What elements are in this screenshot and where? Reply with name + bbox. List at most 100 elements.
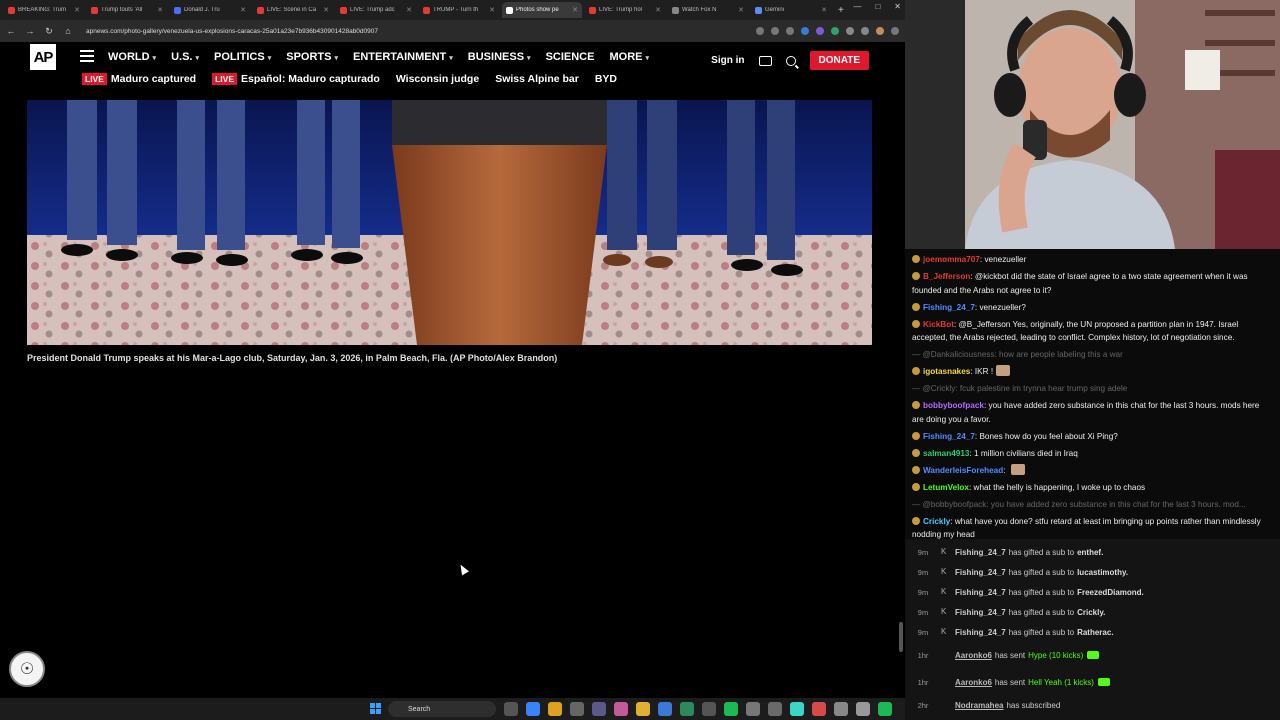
chat-username[interactable]: KickBot	[923, 320, 954, 329]
trending-link[interactable]: LIVE Maduro captured	[82, 73, 196, 85]
task-view-icon[interactable]	[504, 702, 518, 716]
extension-icon[interactable]	[801, 27, 809, 35]
tab-close-icon[interactable]: ✕	[323, 6, 329, 14]
back-icon[interactable]: ←	[6, 26, 16, 36]
browser-tab[interactable]: LIVE: Trump hol ✕	[585, 2, 665, 18]
nav-item-us[interactable]: U.S. ▾	[171, 51, 199, 63]
event-username[interactable]: Fishing_24_7	[955, 588, 1006, 597]
app-icon[interactable]	[878, 702, 892, 716]
app-icon[interactable]	[856, 702, 870, 716]
chat-username[interactable]: Fishing_24_7	[923, 432, 975, 441]
browser-tab[interactable]: LIVE: Scene in Ca ✕	[253, 2, 333, 18]
event-username[interactable]: Fishing_24_7	[955, 628, 1006, 637]
chrome-icon[interactable]	[548, 702, 562, 716]
event-username[interactable]: Aaronko6	[955, 678, 992, 687]
share-icon[interactable]	[771, 27, 779, 35]
app-icon[interactable]	[702, 702, 716, 716]
trending-link[interactable]: BYD	[595, 73, 617, 85]
copilot-icon[interactable]	[526, 702, 540, 716]
browser-tab[interactable]: Watch Fox N ✕	[668, 2, 748, 18]
url-field[interactable]: apnews.com/photo-gallery/venezuela-us-ex…	[86, 28, 747, 35]
nav-item-politics[interactable]: POLITICS ▾	[214, 51, 271, 63]
app-icon[interactable]	[834, 702, 848, 716]
browser-tab[interactable]: Trump touts 'All ✕	[87, 2, 167, 18]
app-icon[interactable]	[724, 702, 738, 716]
maximize-icon[interactable]: □	[875, 2, 880, 11]
extension-icon[interactable]	[831, 27, 839, 35]
nav-item-business[interactable]: BUSINESS ▾	[468, 51, 531, 63]
scrollbar-thumb[interactable]	[899, 622, 903, 652]
nav-item-more[interactable]: MORE ▾	[609, 51, 649, 63]
app-icon[interactable]	[768, 702, 782, 716]
event-username[interactable]: Nodramahea	[955, 701, 1003, 710]
event-username[interactable]: Fishing_24_7	[955, 548, 1006, 557]
browser-tab[interactable]: Donald J. Tru ✕	[170, 2, 250, 18]
browser-tab[interactable]: TRUMP - Turn th ✕	[419, 2, 499, 18]
nav-item-world[interactable]: WORLD ▾	[108, 51, 156, 63]
tab-close-icon[interactable]: ✕	[406, 6, 412, 14]
extension-icon[interactable]	[816, 27, 824, 35]
chat-username[interactable]: WanderleisForehead	[923, 466, 1003, 475]
tab-close-icon[interactable]: ✕	[489, 6, 495, 14]
bookmark-star-icon[interactable]	[786, 27, 794, 35]
chat-username[interactable]: B_Jefferson	[923, 272, 970, 281]
chat-bubble-icon[interactable]	[758, 55, 772, 66]
close-window-icon[interactable]: ✕	[894, 2, 901, 11]
accessibility-icon[interactable]: ☉	[9, 651, 45, 687]
nav-item-science[interactable]: SCIENCE	[546, 51, 595, 63]
extension-icon[interactable]	[846, 27, 854, 35]
browser-tab[interactable]: LIVE: Trump adc ✕	[336, 2, 416, 18]
donate-button[interactable]: DONATE	[809, 51, 869, 70]
terminal-icon[interactable]	[614, 702, 628, 716]
chat-username[interactable]: Fishing_24_7	[923, 303, 975, 312]
tab-close-icon[interactable]: ✕	[157, 6, 163, 14]
search-icon[interactable]	[785, 55, 796, 66]
app-icon[interactable]	[658, 702, 672, 716]
app-icon[interactable]	[680, 702, 694, 716]
event-target-user[interactable]: enthef.	[1077, 548, 1103, 557]
event-username[interactable]: Aaronko6	[955, 651, 992, 660]
browser-tab[interactable]: Photos show pe ✕	[502, 2, 582, 18]
event-target-user[interactable]: Ratherac.	[1077, 628, 1113, 637]
tab-close-icon[interactable]: ✕	[572, 6, 578, 14]
new-tab-icon[interactable]: +	[838, 5, 844, 16]
reload-icon[interactable]: ↻	[44, 26, 54, 37]
tab-close-icon[interactable]: ✕	[74, 6, 80, 14]
event-username[interactable]: Fishing_24_7	[955, 608, 1006, 617]
app-icon[interactable]	[790, 702, 804, 716]
tab-close-icon[interactable]: ✕	[821, 6, 827, 14]
chat-username[interactable]: salman4913	[923, 449, 969, 458]
extension-icon[interactable]	[861, 27, 869, 35]
browser-tab[interactable]: Gemini ✕	[751, 2, 831, 18]
hamburger-menu-icon[interactable]	[80, 50, 94, 65]
windows-start-icon[interactable]	[370, 703, 381, 714]
chat-username[interactable]: igotasnakes	[923, 367, 970, 376]
profile-avatar-icon[interactable]	[876, 27, 884, 35]
tab-close-icon[interactable]: ✕	[655, 6, 661, 14]
zoom-icon[interactable]	[756, 27, 764, 35]
tab-close-icon[interactable]: ✕	[240, 6, 246, 14]
chat-username[interactable]: LetumVelox	[923, 483, 969, 492]
menu-dots-icon[interactable]	[891, 27, 899, 35]
file-explorer-icon[interactable]	[636, 702, 650, 716]
trending-link[interactable]: Wisconsin judge	[396, 73, 479, 85]
app-icon[interactable]	[592, 702, 606, 716]
nav-item-sports[interactable]: SPORTS ▾	[286, 51, 338, 63]
event-target-user[interactable]: Crickly.	[1077, 608, 1105, 617]
event-username[interactable]: Fishing_24_7	[955, 568, 1006, 577]
ap-logo[interactable]: AP	[30, 44, 56, 70]
browser-tab[interactable]: BREAKING: Trum ✕	[4, 2, 84, 18]
browser-icon[interactable]	[570, 702, 584, 716]
chat-username[interactable]: bobbyboofpack	[923, 401, 984, 410]
event-target-user[interactable]: lucastimothy.	[1077, 568, 1128, 577]
trending-link[interactable]: LIVE Español: Maduro capturado	[212, 73, 380, 85]
tab-close-icon[interactable]: ✕	[738, 6, 744, 14]
app-icon[interactable]	[812, 702, 826, 716]
app-icon[interactable]	[746, 702, 760, 716]
taskbar-search[interactable]: Search	[388, 701, 496, 717]
trending-link[interactable]: Swiss Alpine bar	[495, 73, 579, 85]
chat-username[interactable]: Crickly	[923, 517, 950, 526]
forward-icon[interactable]: →	[25, 26, 35, 36]
event-target-user[interactable]: FreezedDiamond.	[1077, 588, 1144, 597]
nav-item-entertainment[interactable]: ENTERTAINMENT ▾	[353, 51, 453, 63]
